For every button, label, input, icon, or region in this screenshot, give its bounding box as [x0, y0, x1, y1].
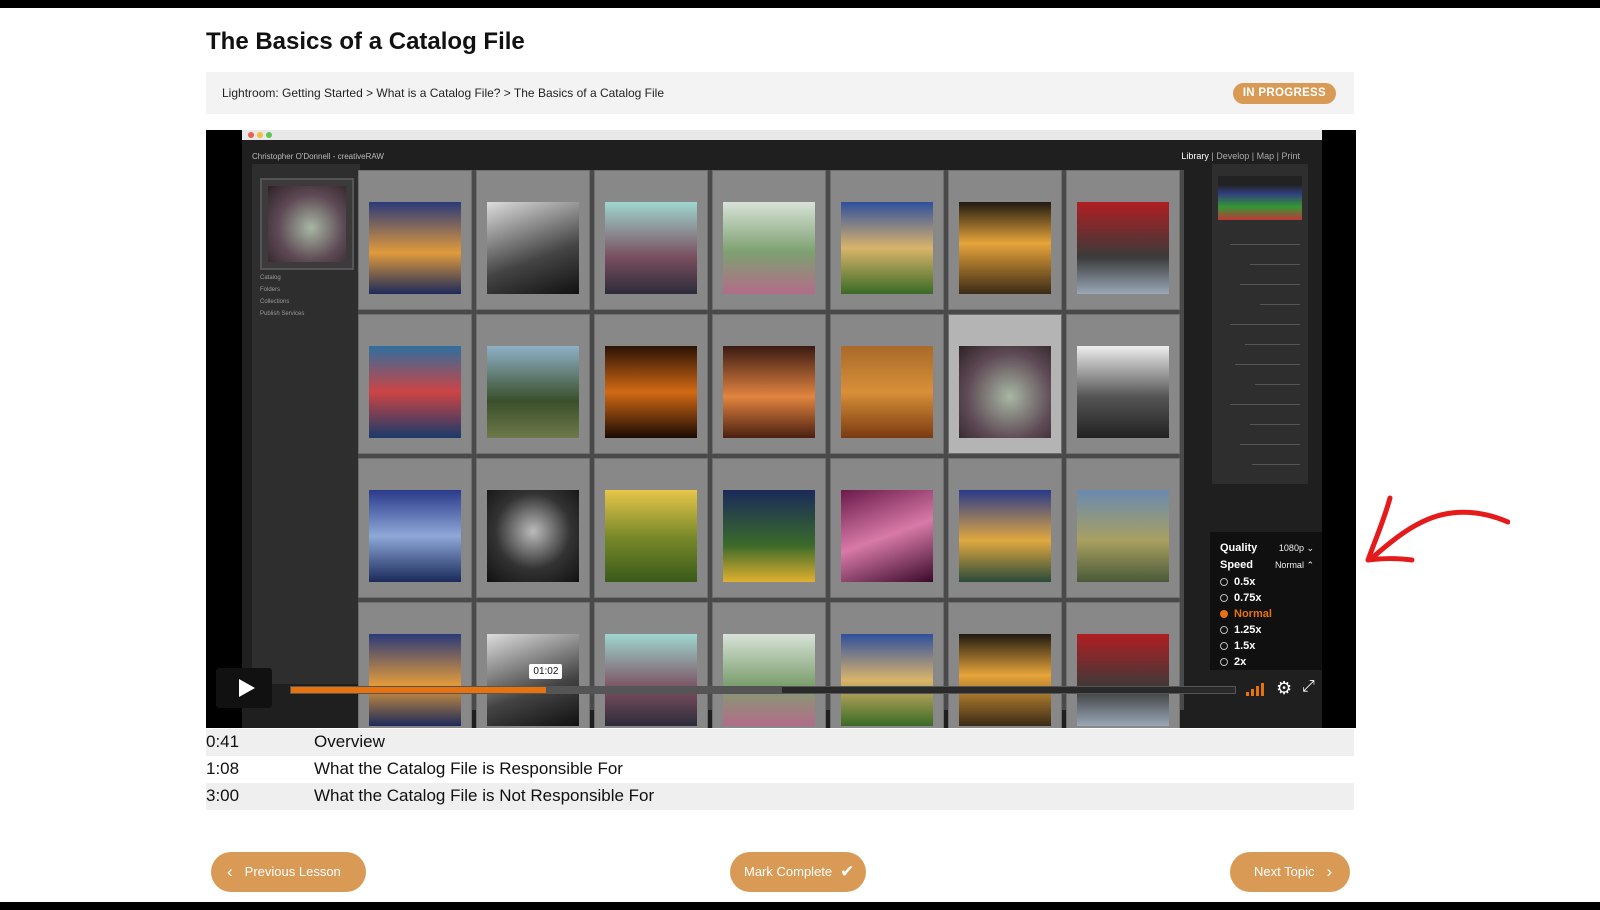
panel-list: Catalog Folders Collections Publish Serv… — [260, 275, 305, 317]
speed-option-1.25x[interactable]: 1.25x — [1220, 624, 1262, 636]
photo-thumbnail — [594, 314, 708, 454]
photo-thumbnail — [830, 314, 944, 454]
photo-thumbnail — [830, 170, 944, 310]
photo-thumbnail — [594, 170, 708, 310]
photo-thumbnail — [712, 314, 826, 454]
quality-label: Quality — [1220, 542, 1258, 554]
mark-complete-button[interactable]: Mark Complete ✔ — [730, 852, 866, 892]
photo-thumbnail — [948, 314, 1062, 454]
seek-bar[interactable] — [290, 686, 1236, 694]
module-develop: Develop — [1216, 151, 1250, 161]
breadcrumb[interactable]: Lightroom: Getting Started > What is a C… — [222, 86, 664, 100]
photo-thumbnail — [476, 170, 590, 310]
chapter-item[interactable]: 1:08 What the Catalog File is Responsibl… — [206, 756, 1354, 783]
window-titlebar — [242, 130, 1322, 140]
chapter-time: 3:00 — [206, 786, 240, 805]
progress-bar — [291, 687, 546, 693]
photo-thumbnail — [948, 170, 1062, 310]
speed-option-1.5x[interactable]: 1.5x — [1220, 640, 1255, 652]
photo-thumbnail — [358, 458, 472, 598]
player-controls: 01:02 ⚙ ⤢ — [206, 664, 1356, 728]
module-print: Print — [1281, 151, 1300, 161]
photo-thumbnail — [830, 458, 944, 598]
right-panel — [1212, 164, 1308, 484]
gear-icon[interactable]: ⚙ — [1276, 679, 1292, 697]
breadcrumb-bar: Lightroom: Getting Started > What is a C… — [206, 72, 1354, 114]
settings-menu: Quality 1080p ⌄ Speed Normal ⌃ 0.5x 0.75… — [1210, 532, 1322, 670]
module-map: Map — [1256, 151, 1275, 161]
module-library: Library — [1181, 151, 1209, 161]
photo-thumbnail — [948, 458, 1062, 598]
bottom-border — [0, 902, 1600, 910]
speed-option-0.5x[interactable]: 0.5x — [1220, 576, 1255, 588]
photo-grid — [358, 170, 1184, 728]
previous-lesson-button[interactable]: ‹ Previous Lesson — [211, 852, 366, 892]
lightroom-screen: Christopher O'Donnell - creativeRAW Libr… — [242, 130, 1322, 728]
chapter-title: What the Catalog File is Responsible For — [314, 759, 623, 778]
chevron-left-icon: ‹ — [227, 862, 233, 881]
identity-plate: Christopher O'Donnell - creativeRAW — [252, 152, 384, 161]
chapter-time: 1:08 — [206, 759, 240, 778]
photo-thumbnail — [712, 170, 826, 310]
next-topic-button[interactable]: Next Topic › — [1230, 852, 1350, 892]
speed-option-normal[interactable]: Normal — [1220, 608, 1272, 620]
photo-thumbnail — [712, 458, 826, 598]
speed-option-0.75x[interactable]: 0.75x — [1220, 592, 1262, 604]
photo-thumbnail — [1066, 170, 1180, 310]
checkmark-icon: ✔ — [840, 862, 855, 881]
time-tooltip: 01:02 — [529, 664, 563, 679]
fullscreen-icon[interactable]: ⤢ — [1302, 678, 1315, 696]
chapter-list: 0:41 Overview 1:08 What the Catalog File… — [206, 729, 1354, 810]
photo-thumbnail — [476, 458, 590, 598]
left-panel: Catalog Folders Collections Publish Serv… — [252, 164, 360, 684]
chapter-title: Overview — [314, 732, 385, 751]
chapter-time: 0:41 — [206, 732, 240, 751]
chapter-item[interactable]: 0:41 Overview — [206, 729, 1354, 756]
navigator-preview — [260, 178, 354, 270]
status-badge: IN PROGRESS — [1232, 83, 1336, 104]
photo-thumbnail — [476, 314, 590, 454]
photo-thumbnail — [594, 458, 708, 598]
module-picker: Library | Develop | Map | Print — [1181, 151, 1300, 161]
photo-thumbnail — [358, 314, 472, 454]
chevron-right-icon: › — [1326, 862, 1333, 881]
volume-icon[interactable] — [1246, 682, 1268, 696]
top-border — [0, 0, 1600, 8]
quality-select[interactable]: 1080p ⌄ — [1279, 543, 1314, 554]
page-title: The Basics of a Catalog File — [206, 28, 525, 55]
play-button[interactable] — [216, 668, 272, 708]
chapter-title: What the Catalog File is Not Responsible… — [314, 786, 655, 805]
arrow-annotation-icon — [1365, 495, 1510, 563]
speed-label: Speed — [1220, 559, 1254, 571]
histogram — [1218, 176, 1302, 220]
speed-select[interactable]: Normal ⌃ — [1275, 560, 1314, 571]
video-player[interactable]: Christopher O'Donnell - creativeRAW Libr… — [206, 130, 1356, 728]
chapter-item[interactable]: 3:00 What the Catalog File is Not Respon… — [206, 783, 1354, 810]
photo-thumbnail — [358, 170, 472, 310]
photo-thumbnail — [1066, 458, 1180, 598]
photo-thumbnail — [1066, 314, 1180, 454]
